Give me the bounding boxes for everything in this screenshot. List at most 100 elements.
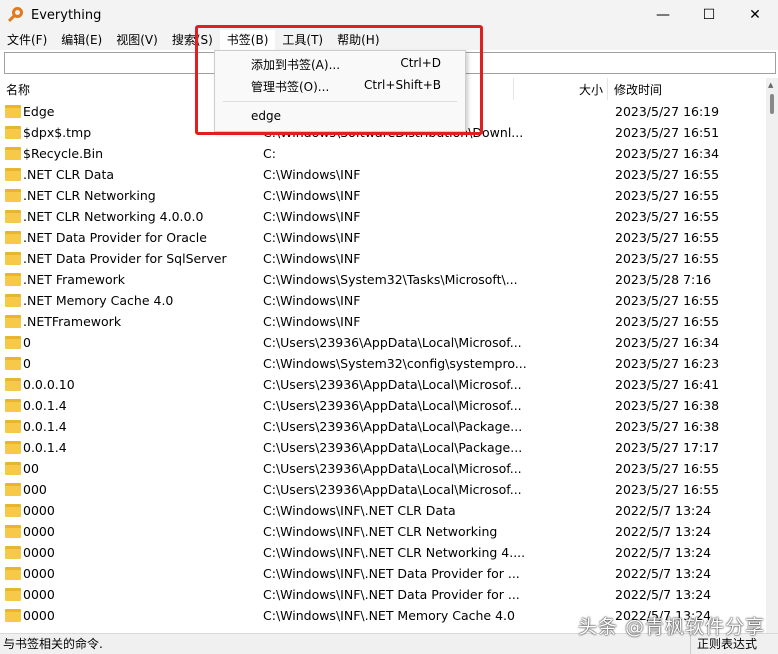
row-modified: 2023/5/27 16:51 — [615, 125, 720, 140]
row-modified: 2023/5/27 16:55 — [615, 482, 720, 497]
row-modified: 2023/5/27 16:41 — [615, 377, 720, 392]
folder-icon — [5, 441, 21, 454]
folder-icon — [5, 420, 21, 433]
table-row[interactable]: .NET Data Provider for Oracle C:\Windows\… — [0, 227, 766, 248]
row-path: C:\Windows\INF — [263, 188, 361, 203]
menu-bookmarks[interactable]: 书签(B) — [219, 30, 276, 50]
menu-help[interactable]: 帮助(H) — [330, 30, 386, 50]
row-path: C: — [263, 146, 276, 161]
row-path: C:\Users\23936\AppData\Local\Microsof... — [263, 482, 522, 497]
folder-icon — [5, 168, 21, 181]
folder-icon — [5, 462, 21, 475]
maximize-button[interactable]: ☐ — [686, 0, 732, 30]
table-row[interactable]: 00 C:\Users\23936\AppData\Local\Microsof.… — [0, 458, 766, 479]
add-bookmark-shortcut: Ctrl+D — [400, 56, 441, 70]
manage-bookmarks-item[interactable]: 管理书签(O)... — [251, 78, 329, 95]
row-name: 0.0.0.10 — [23, 377, 75, 392]
row-name: 0 — [23, 356, 31, 371]
table-row[interactable]: .NET Data Provider for SqlServer C:\Windo… — [0, 248, 766, 269]
table-row[interactable]: 0000 C:\Windows\INF\.NET CLR Data 2022/5/7… — [0, 500, 766, 521]
close-button[interactable]: ✕ — [732, 0, 778, 30]
results-list: Edge 2023/5/27 16:19 $dpx$.tmp C:\Windows\S… — [0, 101, 766, 633]
row-modified: 2023/5/27 16:55 — [615, 293, 720, 308]
row-modified: 2023/5/27 16:55 — [615, 230, 720, 245]
row-name: .NET Framework — [23, 272, 126, 287]
folder-icon — [5, 336, 21, 349]
bookmark-edge-item[interactable]: edge — [251, 109, 281, 123]
row-modified: 2023/5/27 16:55 — [615, 314, 720, 329]
scrollbar-thumb[interactable] — [770, 94, 774, 114]
row-name: 0000 — [23, 503, 55, 518]
table-row[interactable]: 000 C:\Users\23936\AppData\Local\Microsof… — [0, 479, 766, 500]
table-row[interactable]: .NETFramework C:\Windows\INF 2023/5/27 16:… — [0, 311, 766, 332]
folder-icon — [5, 147, 21, 160]
row-path: C:\Windows\INF — [263, 314, 361, 329]
column-divider[interactable] — [513, 78, 514, 100]
row-modified: 2022/5/7 13:24 — [615, 524, 712, 539]
menu-search[interactable]: 搜索(S) — [165, 30, 220, 50]
row-path: C:\Users\23936\AppData\Local\Microsof... — [263, 461, 522, 476]
row-modified: 2023/5/28 7:16 — [615, 272, 712, 287]
folder-icon — [5, 567, 21, 580]
watermark: 头条 @青枫软件分享 — [578, 616, 766, 638]
table-row[interactable]: 0.0.1.4 C:\Users\23936\AppData\Local\Pack… — [0, 437, 766, 458]
menu-tools[interactable]: 工具(T) — [275, 30, 330, 50]
table-row[interactable]: 0000 C:\Windows\INF\.NET Data Provider fo… — [0, 563, 766, 584]
table-row[interactable]: 0.0.1.4 C:\Users\23936\AppData\Local\Pack… — [0, 416, 766, 437]
folder-icon — [5, 588, 21, 601]
row-modified: 2023/5/27 17:17 — [615, 440, 720, 455]
table-row[interactable]: 0000 C:\Windows\INF\.NET Data Provider fo… — [0, 584, 766, 605]
row-path: C:\Users\23936\AppData\Local\Package... — [263, 440, 523, 455]
row-modified: 2023/5/27 16:19 — [615, 104, 720, 119]
row-modified: 2023/5/27 16:55 — [615, 461, 720, 476]
table-row[interactable]: .NET CLR Networking C:\Windows\INF 2023/5/… — [0, 185, 766, 206]
table-row[interactable]: .NET Memory Cache 4.0 C:\Windows\INF 2023/… — [0, 290, 766, 311]
menu-view[interactable]: 视图(V) — [109, 30, 165, 50]
everything-logo-icon — [7, 7, 24, 23]
row-modified: 2023/5/27 16:23 — [615, 356, 720, 371]
table-row[interactable]: 0.0.1.4 C:\Users\23936\AppData\Local\Micr… — [0, 395, 766, 416]
column-divider[interactable] — [607, 78, 608, 100]
folder-icon — [5, 189, 21, 202]
row-name: 000 — [23, 482, 47, 497]
vertical-scrollbar[interactable]: ▲ — [766, 78, 778, 633]
row-name: 0000 — [23, 524, 55, 539]
row-modified: 2023/5/27 16:55 — [615, 188, 720, 203]
row-modified: 2023/5/27 16:34 — [615, 335, 720, 350]
menu-edit[interactable]: 编辑(E) — [54, 30, 109, 50]
table-row[interactable]: 0 C:\Windows\System32\config\systempro...… — [0, 353, 766, 374]
table-row[interactable]: $Recycle.Bin C: 2023/5/27 16:34 — [0, 143, 766, 164]
row-name: .NET Data Provider for SqlServer — [23, 251, 227, 266]
row-path: C:\Windows\System32\config\systempro... — [263, 356, 527, 371]
column-name[interactable]: 名称 — [6, 81, 30, 98]
row-name: .NET Memory Cache 4.0 — [23, 293, 174, 308]
menu-file[interactable]: 文件(F) — [0, 30, 54, 50]
table-row[interactable]: .NET Framework C:\Windows\System32\Tasks\… — [0, 269, 766, 290]
table-row[interactable]: .NET CLR Data C:\Windows\INF 2023/5/27 16:… — [0, 164, 766, 185]
row-name: 0000 — [23, 545, 55, 560]
row-path: C:\Windows\INF — [263, 251, 361, 266]
row-path: C:\Users\23936\AppData\Local\Microsof... — [263, 335, 522, 350]
add-bookmark-item[interactable]: 添加到书签(A)... — [251, 56, 340, 73]
row-modified: 2023/5/27 16:55 — [615, 209, 720, 224]
minimize-button[interactable]: — — [640, 0, 686, 30]
manage-bookmarks-shortcut: Ctrl+Shift+B — [364, 78, 441, 92]
row-name: $dpx$.tmp — [23, 125, 92, 140]
row-path: C:\Windows\INF — [263, 230, 361, 245]
column-modified[interactable]: 修改时间 — [614, 81, 662, 98]
folder-icon — [5, 273, 21, 286]
table-row[interactable]: 0.0.0.10 C:\Users\23936\AppData\Local\Mic… — [0, 374, 766, 395]
folder-icon — [5, 525, 21, 538]
table-row[interactable]: .NET CLR Networking 4.0.0.0 C:\Windows\IN… — [0, 206, 766, 227]
column-size[interactable]: 大小 — [579, 81, 603, 98]
table-row[interactable]: 0 C:\Users\23936\AppData\Local\Microsof..… — [0, 332, 766, 353]
row-name: .NET CLR Data — [23, 167, 115, 182]
row-path: C:\Windows\INF\.NET CLR Data — [263, 503, 456, 518]
window-title: Everything — [31, 7, 102, 23]
folder-icon — [5, 399, 21, 412]
row-name: .NET Data Provider for Oracle — [23, 230, 207, 245]
scroll-up-icon[interactable]: ▲ — [768, 81, 773, 89]
row-name: 00 — [23, 461, 39, 476]
table-row[interactable]: 0000 C:\Windows\INF\.NET CLR Networking 4… — [0, 542, 766, 563]
table-row[interactable]: 0000 C:\Windows\INF\.NET CLR Networking 20… — [0, 521, 766, 542]
